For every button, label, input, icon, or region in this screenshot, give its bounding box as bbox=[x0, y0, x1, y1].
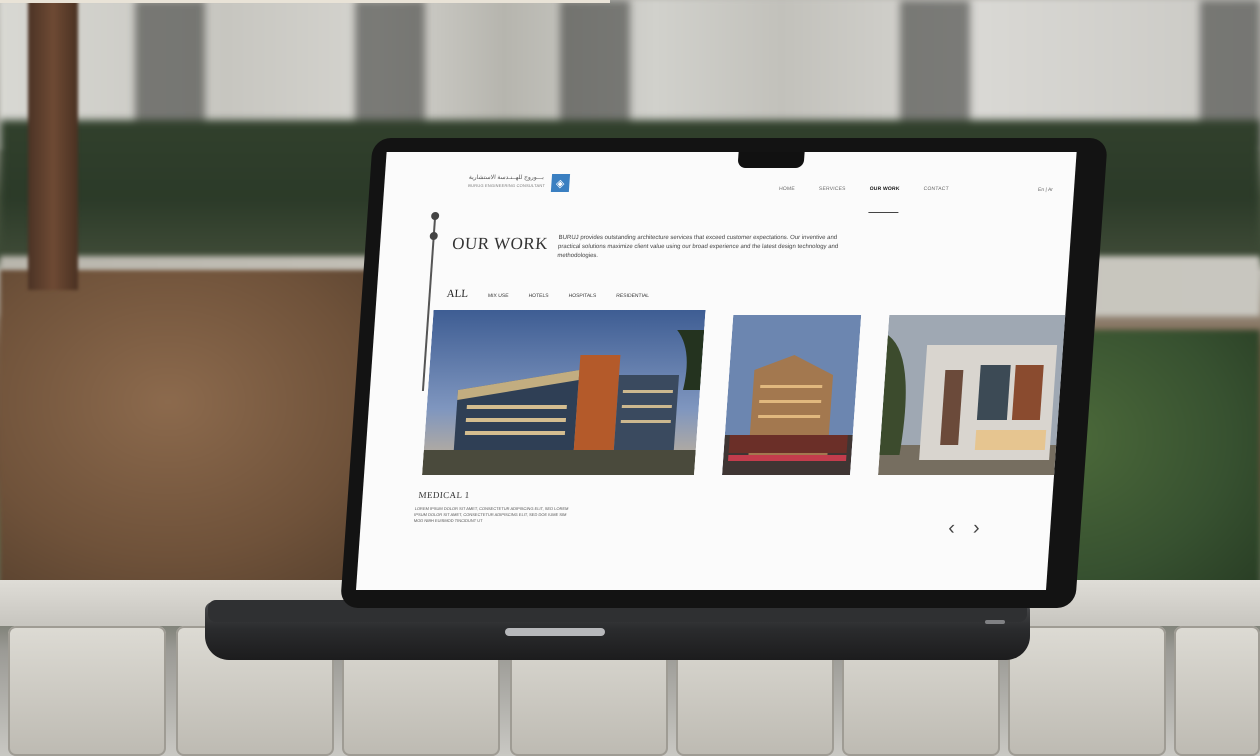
project-card[interactable] bbox=[422, 310, 706, 475]
project-image bbox=[878, 315, 1070, 475]
language-switch[interactable]: En | Ar bbox=[1038, 187, 1053, 193]
camera-notch bbox=[737, 152, 805, 168]
filter-residential[interactable]: RESIDENTIAL bbox=[616, 293, 649, 299]
logo-mark-icon: ◈ bbox=[550, 174, 570, 192]
timeline-dot bbox=[430, 212, 440, 220]
trackpad bbox=[505, 628, 605, 636]
tree-trunk bbox=[28, 0, 78, 290]
project-description: LOREM IPSUM DOLOR SIT AMET, CONSECTETUR … bbox=[413, 506, 569, 523]
filter-mix-use[interactable]: MIX USE bbox=[488, 293, 509, 299]
project-image bbox=[422, 310, 706, 475]
nav-home[interactable]: HOME bbox=[777, 186, 795, 213]
logo-text: بـــوروج للهــنـدسة الاستشارية BURUG ENG… bbox=[468, 174, 546, 188]
page-title: OUR WORK bbox=[451, 234, 549, 253]
nav-our-work[interactable]: OUR WORK bbox=[867, 186, 900, 213]
filter-all[interactable]: ALL bbox=[446, 288, 468, 300]
section-description: BURUJ provides outstanding architecture … bbox=[557, 235, 839, 259]
project-card[interactable] bbox=[878, 315, 1070, 475]
usb-port bbox=[985, 620, 1005, 624]
nav-services[interactable]: SERVICES bbox=[817, 186, 846, 213]
nav-contact[interactable]: CONTACT bbox=[922, 186, 949, 213]
website-page: بـــوروج للهــنـدسة الاستشارية BURUG ENG… bbox=[356, 152, 1077, 590]
timeline-dot bbox=[429, 232, 439, 240]
filter-hotels[interactable]: HOTELS bbox=[528, 293, 548, 299]
bench-slat bbox=[1174, 626, 1260, 756]
photo-scene: بـــوروج للهــنـدسة الاستشارية BURUG ENG… bbox=[0, 0, 1260, 756]
carousel-arrows: ‹ › bbox=[947, 517, 981, 540]
top-strip bbox=[0, 0, 610, 3]
website-display: بـــوروج للهــنـدسة الاستشارية BURUG ENG… bbox=[356, 152, 1077, 590]
project-image bbox=[722, 315, 862, 475]
bench-slat bbox=[1008, 626, 1166, 756]
chevron-left-icon[interactable]: ‹ bbox=[947, 517, 956, 540]
laptop-screen: بـــوروج للهــنـدسة الاستشارية BURUG ENG… bbox=[340, 138, 1108, 608]
project-title: MEDICAL 1 bbox=[418, 490, 471, 500]
logo-arabic: بـــوروج للهــنـدسة الاستشارية bbox=[468, 175, 545, 181]
logo-english: BURUG ENGINEERING CONSULTANT bbox=[468, 183, 546, 188]
filter-hospitals[interactable]: HOSPITALS bbox=[568, 293, 596, 299]
bench-slat bbox=[8, 626, 166, 756]
project-card[interactable] bbox=[722, 315, 862, 475]
chevron-right-icon[interactable]: › bbox=[972, 517, 980, 540]
filter-tabs: ALL MIX USE HOTELS HOSPITALS RESIDENTIAL bbox=[446, 288, 649, 300]
site-logo[interactable]: بـــوروج للهــنـدسة الاستشارية BURUG ENG… bbox=[468, 174, 570, 192]
main-nav: HOME SERVICES OUR WORK CONTACT bbox=[777, 186, 949, 213]
